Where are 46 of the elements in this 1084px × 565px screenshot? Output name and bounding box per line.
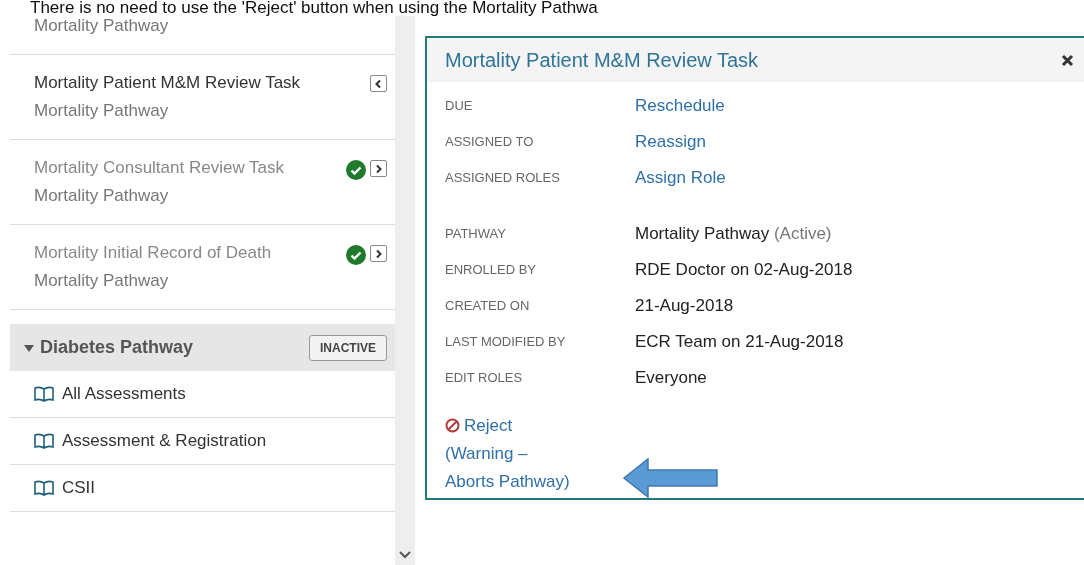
group-title[interactable]: Diabetes Pathway — [40, 334, 309, 361]
field-value: RDE Doctor on 02-Aug-2018 — [635, 259, 853, 282]
book-icon — [34, 433, 54, 449]
action-link[interactable]: Assign Role — [635, 165, 726, 191]
reject-link[interactable]: Reject (Warning – Aborts Pathway) — [445, 412, 580, 496]
expand-button[interactable] — [370, 160, 387, 177]
check-icon — [346, 160, 366, 180]
caret-icon[interactable] — [24, 342, 34, 353]
assessment-link[interactable]: CSII — [62, 475, 96, 501]
close-icon[interactable] — [1061, 53, 1074, 67]
assessment-link[interactable]: All Assessments — [62, 381, 186, 407]
task-title[interactable]: Mortality Initial Record of Death — [34, 239, 302, 267]
check-icon — [346, 245, 366, 265]
field-label: EDIT ROLES — [445, 369, 524, 388]
chevron-right-icon — [374, 248, 383, 259]
block-icon — [445, 418, 460, 433]
expand-button[interactable] — [370, 245, 387, 262]
field-label: PATHWAY — [445, 225, 507, 244]
field-label: DUE — [445, 97, 474, 116]
field-value: Mortality Pathway (Active) — [635, 223, 832, 246]
collapse-button[interactable] — [370, 75, 387, 92]
pathway-name: Mortality Pathway — [34, 100, 170, 122]
assessment-link[interactable]: Assessment & Registration — [62, 428, 267, 454]
action-link[interactable]: Reschedule — [635, 93, 725, 119]
chevron-left-icon — [374, 78, 383, 89]
book-icon — [34, 480, 54, 496]
pathway-name: Mortality Pathway — [34, 15, 169, 37]
field-value: 21-Aug-2018 — [635, 295, 734, 318]
chevron-down-icon[interactable] — [399, 551, 411, 559]
chevron-right-icon — [374, 163, 383, 174]
field-value: Everyone — [635, 367, 707, 390]
pathway-name: Mortality Pathway — [34, 270, 170, 292]
field-value: ECR Team on 21-Aug-2018 — [635, 331, 844, 354]
task-title[interactable]: Mortality Consultant Review Task — [34, 154, 302, 182]
status-badge: INACTIVE — [309, 334, 387, 361]
task-title[interactable]: Mortality Patient M&M Review Task — [34, 69, 302, 97]
panel-title: Mortality Patient M&M Review Task — [445, 48, 760, 73]
field-label: ENROLLED BY — [445, 261, 538, 280]
field-label: CREATED ON — [445, 297, 531, 316]
book-icon — [34, 386, 54, 402]
pathway-name: Mortality Pathway — [34, 185, 170, 207]
field-label: ASSIGNED ROLES — [445, 169, 561, 188]
action-link[interactable]: Reassign — [635, 129, 706, 155]
field-label: LAST MODIFIED BY — [445, 333, 567, 352]
field-label: ASSIGNED TO — [445, 133, 535, 152]
caption-text: There is no need to use the 'Reject' button when using the Mortality Pathwa — [29, 0, 599, 16]
